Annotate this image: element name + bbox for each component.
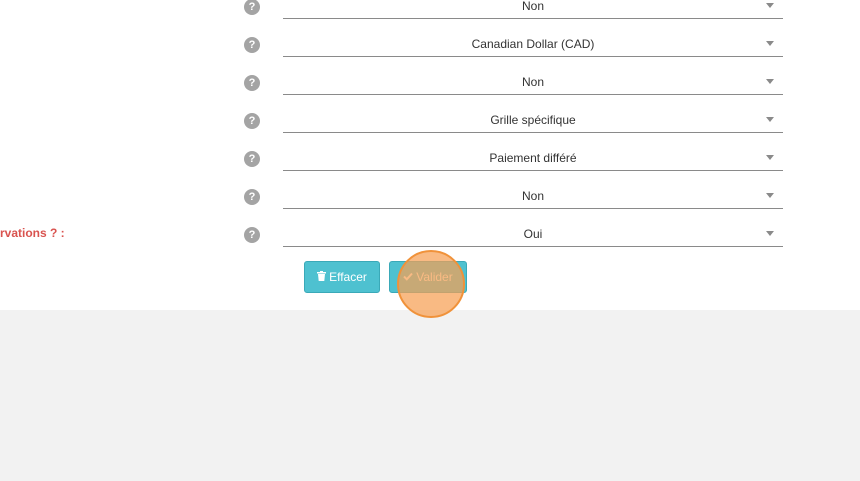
help-icon[interactable]: ? xyxy=(244,37,260,53)
submit-button[interactable]: Valider xyxy=(389,261,467,293)
chevron-down-icon xyxy=(766,193,774,198)
help-icon[interactable]: ? xyxy=(244,75,260,91)
help-icon[interactable]: ? xyxy=(244,227,260,243)
chevron-down-icon xyxy=(766,155,774,160)
payment-select[interactable]: Paiement différé xyxy=(283,148,783,171)
select-field[interactable]: Non xyxy=(283,186,783,209)
chevron-down-icon xyxy=(766,79,774,84)
form-row: ? Non xyxy=(0,0,860,26)
help-icon[interactable]: ? xyxy=(244,151,260,167)
select-value: Non xyxy=(521,0,544,13)
chevron-down-icon xyxy=(766,117,774,122)
select-value: Canadian Dollar (CAD) xyxy=(471,37,595,51)
field-label: rvations ? : xyxy=(0,226,65,240)
help-icon[interactable]: ? xyxy=(244,189,260,205)
select-field[interactable]: Non xyxy=(283,0,783,19)
form-row: rvations ? : ? Oui xyxy=(0,216,860,254)
currency-select[interactable]: Canadian Dollar (CAD) xyxy=(283,34,783,57)
select-value: Non xyxy=(521,189,544,203)
select-value: Oui xyxy=(523,227,543,241)
price-grid-select[interactable]: Grille spécifique xyxy=(283,110,783,133)
select-field[interactable]: Non xyxy=(283,72,783,95)
chevron-down-icon xyxy=(766,41,774,46)
help-icon[interactable]: ? xyxy=(244,0,260,15)
form-row: ? Grille spécifique xyxy=(0,102,860,140)
select-value: Grille spécifique xyxy=(490,113,576,127)
form-row: ? Non xyxy=(0,64,860,102)
form-row: ? Canadian Dollar (CAD) xyxy=(0,26,860,64)
clear-button[interactable]: Effacer xyxy=(304,261,380,293)
check-icon xyxy=(403,263,414,293)
select-value: Non xyxy=(521,75,544,89)
chevron-down-icon xyxy=(766,231,774,236)
form-panel: ? Non ? Canadian Dollar (CAD) ? Non ? Gr… xyxy=(0,0,860,310)
reservations-select[interactable]: Oui xyxy=(283,224,783,247)
trash-icon xyxy=(317,263,327,293)
select-value: Paiement différé xyxy=(489,151,577,165)
form-row: ? Paiement différé xyxy=(0,140,860,178)
form-row: ? Non xyxy=(0,178,860,216)
submit-button-label: Valider xyxy=(416,270,453,284)
chevron-down-icon xyxy=(766,3,774,8)
clear-button-label: Effacer xyxy=(329,270,367,284)
help-icon[interactable]: ? xyxy=(244,113,260,129)
